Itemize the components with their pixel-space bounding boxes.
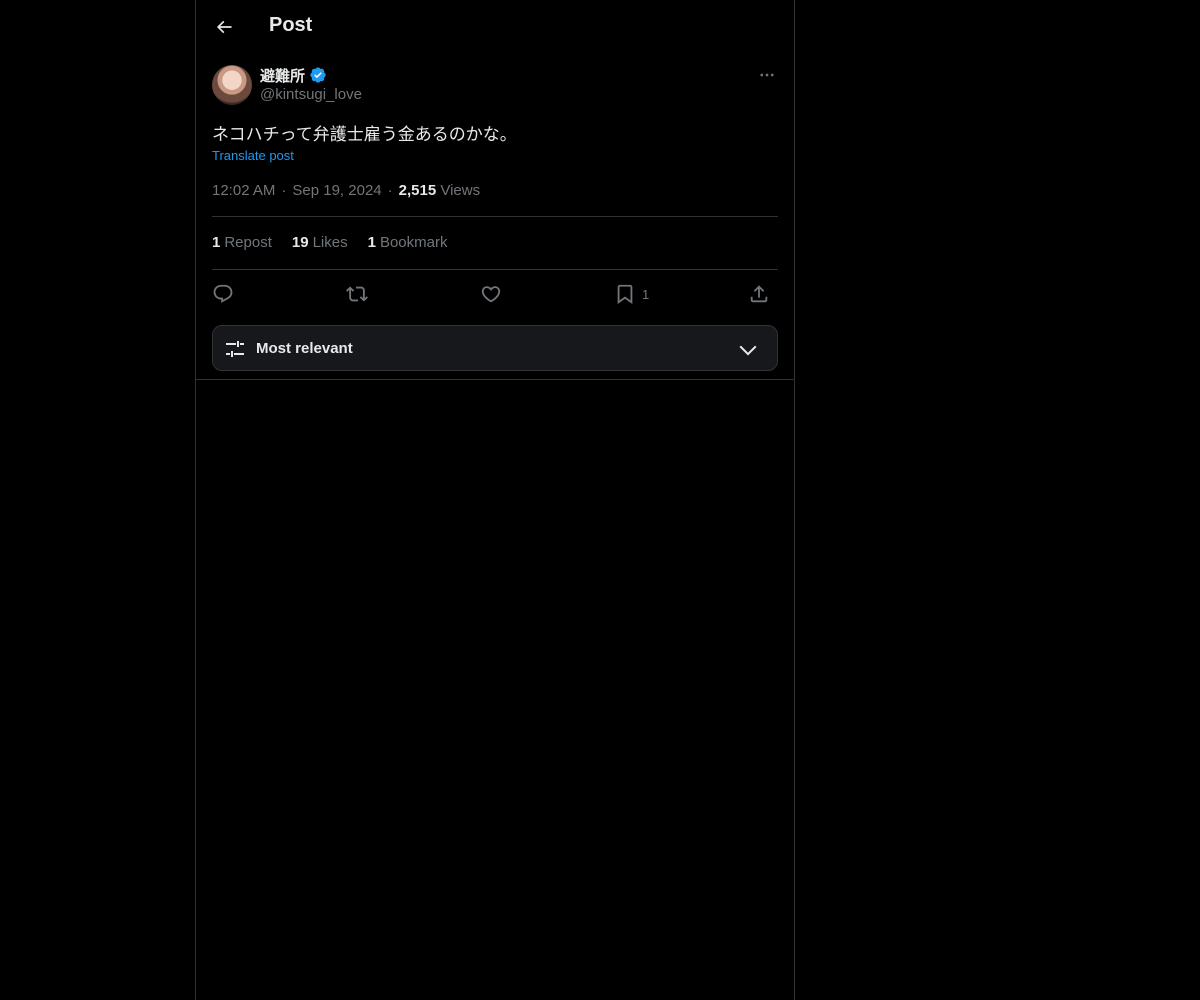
- bookmarks-stat[interactable]: 1 Bookmark: [368, 234, 448, 251]
- sort-label: Most relevant: [256, 340, 353, 357]
- share-icon: [750, 285, 768, 303]
- display-name[interactable]: 避難所: [260, 65, 305, 86]
- heart-icon: [481, 286, 501, 303]
- reposts-stat[interactable]: 1 Repost: [212, 234, 272, 251]
- repost-button[interactable]: [346, 280, 368, 308]
- views-label: Views: [440, 182, 481, 199]
- divider: [212, 216, 778, 217]
- likes-count: 19: [291, 234, 309, 251]
- arrow-left-icon: [216, 20, 232, 34]
- reposts-label: Repost: [224, 234, 272, 251]
- reply-sort-dropdown[interactable]: Most relevant: [212, 325, 778, 371]
- views-count: 2,515: [398, 182, 437, 199]
- avatar[interactable]: [212, 65, 252, 105]
- sliders-icon: [226, 341, 244, 357]
- translate-post-link[interactable]: Translate post: [212, 148, 294, 163]
- like-button[interactable]: [480, 280, 502, 308]
- display-name-row: 避難所: [260, 64, 362, 86]
- author-handle[interactable]: @kintsugi_love: [260, 86, 362, 103]
- meta-separator: ·: [387, 182, 393, 199]
- post-text: ネコハチって弁護士雇う金あるのかな。: [212, 125, 517, 145]
- bookmarks-count: 1: [367, 234, 376, 251]
- post-detail: 避難所 @kintsugi_love ネコハチって弁護士雇う金あるのかな。 Tr…: [212, 64, 778, 199]
- reposts-count: 1: [212, 234, 221, 251]
- reply-button[interactable]: [212, 280, 234, 308]
- post-author: 避難所 @kintsugi_love: [212, 64, 778, 106]
- author-names: 避難所 @kintsugi_love: [260, 64, 362, 103]
- bookmark-icon: [617, 284, 633, 305]
- post-stats: 1 Repost 19 Likes 1 Bookmark: [212, 234, 447, 251]
- likes-label: Likes: [312, 234, 348, 251]
- more-horizontal-icon: [760, 73, 774, 77]
- likes-stat[interactable]: 19 Likes: [292, 234, 348, 251]
- repost-icon: [346, 286, 368, 302]
- post-time[interactable]: 12:02 AM: [212, 182, 275, 199]
- post-meta: 12:02 AM · Sep 19, 2024 · 2,515 Views: [212, 182, 480, 199]
- bookmark-button[interactable]: 1: [614, 280, 649, 308]
- page-header: Post: [196, 0, 794, 54]
- post-actions: 1: [212, 280, 778, 308]
- meta-separator: ·: [281, 182, 287, 199]
- chevron-down-icon: [739, 345, 757, 356]
- reply-icon: [213, 284, 233, 303]
- share-button[interactable]: [748, 280, 770, 308]
- bookmark-count: 1: [642, 286, 650, 302]
- views[interactable]: 2,515 Views: [399, 182, 480, 199]
- back-button[interactable]: [208, 11, 240, 43]
- main-column: Post 避難所 @kintsugi_love ネコハチって弁護士雇う金あるのか…: [195, 0, 795, 1000]
- post-date[interactable]: Sep 19, 2024: [292, 182, 381, 199]
- page-title: Post: [269, 14, 313, 36]
- divider: [196, 379, 794, 380]
- bookmarks-label: Bookmark: [379, 234, 448, 251]
- more-options-button[interactable]: [756, 64, 778, 86]
- verified-badge-icon[interactable]: [309, 66, 327, 84]
- divider: [212, 269, 778, 270]
